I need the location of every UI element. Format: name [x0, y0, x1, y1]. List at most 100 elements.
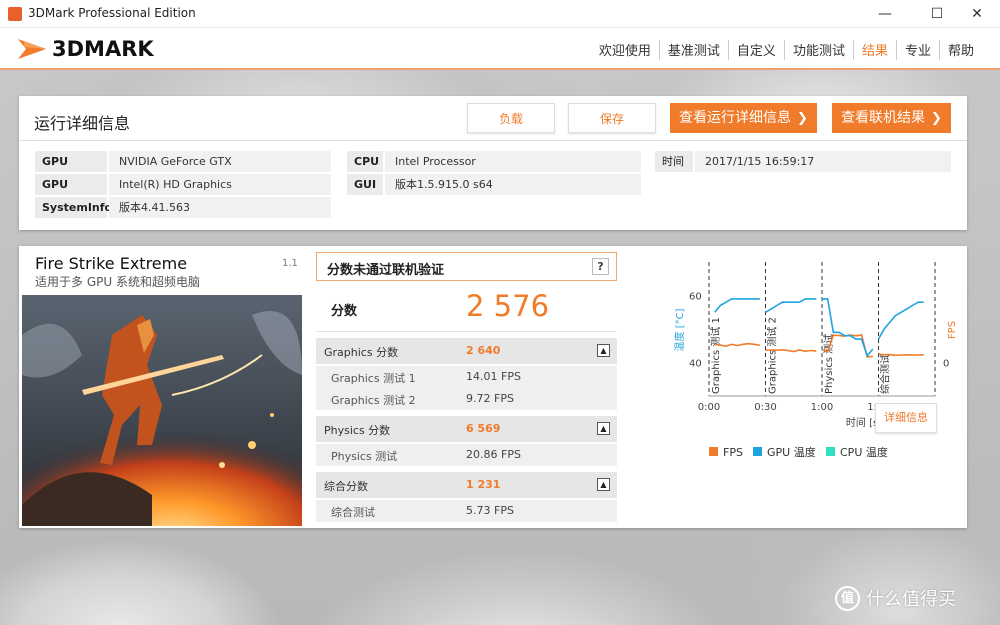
info-value: 2017/1/15 16:59:17	[695, 151, 951, 172]
logo-text: 3DMARK	[52, 37, 154, 61]
info-key: GPU	[35, 151, 107, 172]
graphics-test1-label: Graphics 测试 1	[331, 372, 416, 385]
info-value: 版本1.5.915.0 s64	[385, 174, 641, 195]
graphics-test2-row: Graphics 测试 2 9.72 FPS	[316, 388, 617, 410]
load-button[interactable]: 负载	[467, 103, 555, 133]
result-panel: Fire Strike Extreme 适用于多 GPU 系统和超频电脑 1.1	[19, 246, 967, 528]
y-tick-label: 60	[689, 292, 702, 303]
collapse-icon[interactable]: ▲	[597, 422, 610, 435]
benchmark-subtitle: 适用于多 GPU 系统和超频电脑	[35, 275, 200, 289]
app-header: 3DMARK 欢迎使用 基准测试 自定义 功能测试 结果 专业 帮助	[0, 28, 1000, 70]
detail-info-button[interactable]: 详细信息	[875, 403, 937, 433]
info-key: CPU	[347, 151, 383, 172]
info-value: Intel Processor	[385, 151, 641, 172]
graphics-score-row: Graphics 分数 2 640 ▲	[316, 338, 617, 364]
app-icon	[8, 7, 22, 21]
segment-label: Physics 测试	[822, 334, 835, 394]
info-row-gpu1: GPU NVIDIA GeForce GTX 1050(21.21.13.731…	[35, 151, 331, 189]
info-key: GPU	[35, 174, 107, 195]
info-value: 版本4.41.563	[109, 197, 331, 218]
verification-notice: 分数未通过联机验证 ?	[316, 252, 617, 281]
nav-benchmarks[interactable]: 基准测试	[660, 40, 729, 60]
physics-test-label: Physics 测试	[331, 450, 398, 463]
chevron-right-icon: ❯	[797, 111, 808, 126]
save-button[interactable]: 保存	[568, 103, 656, 133]
fire-strike-artwork	[22, 295, 302, 526]
watermark-logo-icon: 值	[835, 585, 860, 611]
info-value: NVIDIA GeForce GTX 1050(21.21.13.7319)	[109, 151, 331, 189]
legend-label: CPU 温度	[840, 445, 888, 459]
x-tick-label: 0:30	[754, 402, 776, 413]
physics-score-label: Physics 分数	[324, 424, 391, 437]
close-icon[interactable]: ✕	[954, 0, 1000, 28]
score-value: 2 576	[466, 289, 550, 323]
nav-custom[interactable]: 自定义	[729, 40, 785, 60]
legend-label: FPS	[723, 446, 743, 459]
combined-test-row: 综合测试 5.73 FPS	[316, 500, 617, 522]
verification-text: 分数未通过联机验证	[327, 263, 445, 278]
info-key: SystemInfo	[35, 197, 112, 218]
collapse-icon[interactable]: ▲	[597, 478, 610, 491]
logo[interactable]: 3DMARK	[16, 34, 154, 64]
series-line-FPS	[714, 333, 924, 358]
combined-score-row: 综合分数 1 231 ▲	[316, 472, 617, 498]
nav-results[interactable]: 结果	[854, 40, 897, 60]
x-tick-label: 0:00	[698, 402, 720, 413]
nav-help[interactable]: 帮助	[940, 40, 982, 60]
monitoring-chart: Graphics 测试 1 Graphics 测试 2 Physics 测试 综合测试…	[673, 262, 958, 459]
view-run-details-button[interactable]: 查看运行详细信息 ❯	[670, 103, 817, 133]
view-run-details-label: 查看运行详细信息	[679, 110, 792, 126]
nav-welcome[interactable]: 欢迎使用	[591, 40, 660, 60]
info-row-cpu: CPU Intel Processor	[347, 151, 641, 172]
legend-label: GPU 温度	[767, 445, 816, 459]
benchmark-title: Fire Strike Extreme	[35, 254, 188, 273]
physics-test-value: 20.86 FPS	[466, 448, 521, 461]
run-details-panel: 运行详细信息 负载 保存 查看运行详细信息 ❯ 查看联机结果 ❯ GPU NVIDI…	[19, 96, 967, 230]
graphics-test1-value: 14.01 FPS	[466, 370, 521, 383]
collapse-icon[interactable]: ▲	[597, 344, 610, 357]
window-title: 3DMark Professional Edition	[28, 6, 196, 20]
run-details-heading: 运行详细信息	[34, 114, 131, 133]
physics-score-value: 6 569	[466, 422, 501, 435]
3dmark-logo-icon	[18, 39, 46, 59]
help-icon[interactable]: ?	[592, 258, 609, 275]
chevron-right-icon: ❯	[931, 111, 942, 126]
combined-test-value: 5.73 FPS	[466, 504, 514, 517]
y-tick-label: 40	[689, 359, 702, 370]
watermark-text: 什么值得买	[866, 589, 956, 610]
watermark: 值 什么值得买	[835, 585, 956, 611]
score-label: 分数	[331, 304, 358, 319]
info-row-systeminfo: SystemInfo 版本4.41.563	[35, 197, 331, 218]
info-key: GUI	[347, 174, 383, 195]
graphics-test1-row: Graphics 测试 1 14.01 FPS	[316, 366, 617, 388]
series-line-GPU-温度	[714, 298, 924, 358]
info-row-gpu2: GPU Intel(R) HD Graphics 630(21.20.16.45…	[35, 174, 331, 212]
y2-tick-label: 0	[943, 359, 949, 370]
combined-score-value: 1 231	[466, 478, 501, 491]
view-online-results-button[interactable]: 查看联机结果 ❯	[832, 103, 951, 133]
x-tick-label: 1:00	[811, 402, 833, 413]
info-value: Intel(R) HD Graphics 630(21.20.16.4526)	[109, 174, 331, 212]
graphics-score-label: Graphics 分数	[324, 346, 399, 359]
segment-label: Graphics 测试 2	[766, 317, 779, 394]
y2-axis-label: FPS	[947, 321, 958, 339]
title-bar: 3DMark Professional Edition — ☐ ✕	[0, 0, 1000, 28]
graphics-test2-label: Graphics 测试 2	[331, 394, 416, 407]
physics-score-row: Physics 分数 6 569 ▲	[316, 416, 617, 442]
segment-label: 综合测试	[879, 354, 892, 394]
graphics-test2-value: 9.72 FPS	[466, 392, 514, 405]
legend-swatch	[709, 447, 718, 456]
legend-swatch	[826, 447, 835, 456]
combined-test-label: 综合测试	[331, 506, 375, 519]
legend-swatch	[753, 447, 762, 456]
info-key: 时间	[655, 151, 693, 172]
nav-professional[interactable]: 专业	[897, 40, 940, 60]
benchmark-version: 1.1	[282, 258, 298, 269]
minimize-icon[interactable]: —	[862, 0, 908, 28]
segment-label: Graphics 测试 1	[709, 317, 722, 394]
info-row-time: 时间 2017/1/15 16:59:17	[655, 151, 951, 172]
nav-feature-tests[interactable]: 功能测试	[785, 40, 854, 60]
main-nav: 欢迎使用 基准测试 自定义 功能测试 结果 专业 帮助	[591, 40, 982, 60]
view-online-results-label: 查看联机结果	[841, 110, 926, 126]
overall-score: 分数 2 576	[316, 286, 617, 332]
